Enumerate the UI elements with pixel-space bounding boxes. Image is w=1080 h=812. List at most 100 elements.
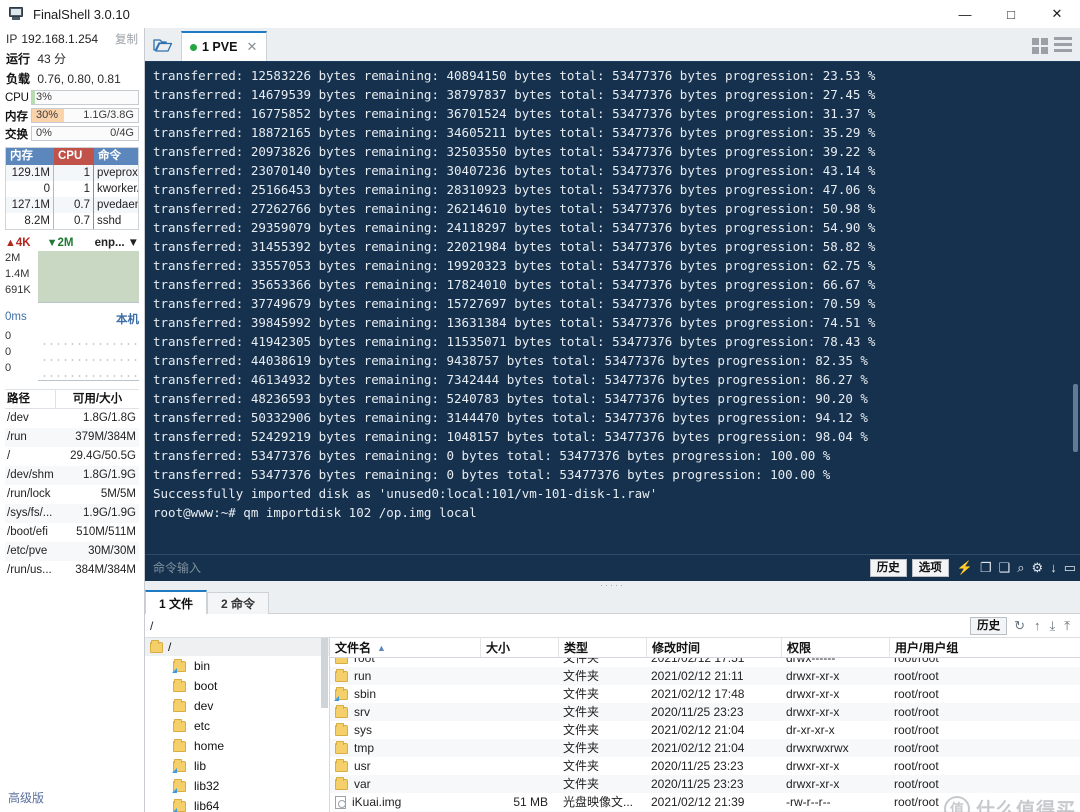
bolt-icon[interactable]: ⚡	[957, 561, 973, 574]
disk-row[interactable]: /etc/pve 30M/30M	[5, 542, 139, 561]
tree-item-label: lib	[194, 759, 207, 773]
process-row[interactable]: 129.1M1pveproxy	[6, 165, 138, 181]
tree-item-dev[interactable]: dev	[145, 696, 329, 716]
load-row: 负载 0.76, 0.80, 0.81	[0, 67, 144, 87]
tree-item-label: dev	[194, 699, 214, 713]
process-header-cpu: CPU	[54, 148, 94, 165]
file-owner: root/root	[894, 741, 939, 755]
paste-icon[interactable]: ❑	[999, 561, 1011, 574]
tab-files[interactable]: 1 文件	[145, 590, 208, 614]
file-rows-viewport: root 文件夹 2021/02/12 17:51 drwx------ root/ro…	[330, 658, 1080, 812]
search-icon[interactable]: ⌕	[1017, 561, 1024, 574]
table-row[interactable]: srv 文件夹 2020/11/25 23:23 drwxr-xr-x root/roo…	[330, 703, 1080, 721]
table-row[interactable]: var 文件夹 2020/11/25 23:23 drwxr-xr-x root/roo…	[330, 775, 1080, 793]
terminal-tab-pve[interactable]: 1 PVE ✕	[181, 31, 267, 61]
disk-row[interactable]: /dev/shm 1.8G/1.9G	[5, 466, 139, 485]
minimize-button[interactable]: —	[942, 0, 988, 28]
directory-tree[interactable]: / bin boot dev etc home lib lib32 lib64	[145, 638, 330, 812]
open-folder-icon[interactable]	[145, 29, 181, 61]
disk-row[interactable]: /dev 1.8G/1.8G	[5, 409, 139, 428]
tab-commands[interactable]: 2 命令	[207, 592, 270, 614]
download-icon[interactable]: ↓	[1050, 561, 1057, 574]
process-row[interactable]: 127.1M0.7pvedaemo	[6, 197, 138, 213]
network-upload: ▲4K	[5, 237, 31, 249]
meter-detail: 1.1G/3.8G	[83, 109, 134, 121]
command-options-button[interactable]: 选项	[911, 558, 949, 577]
folder-icon	[335, 740, 348, 754]
tree-root-item[interactable]: /	[145, 638, 329, 656]
column-header-type[interactable]: 类型	[558, 638, 646, 657]
meter-label: 交换	[5, 128, 28, 141]
meter-swap: 交换 0% 0/4G	[5, 126, 139, 141]
tree-scrollbar[interactable]	[321, 638, 328, 708]
window-icon[interactable]: ▭	[1064, 561, 1076, 574]
terminal-output[interactable]: transferred: 12583226 bytes remaining: 4…	[145, 62, 1080, 554]
network-interface-select[interactable]: enp... ▼	[95, 237, 139, 249]
process-row[interactable]: 8.2M 0.7 sshd	[6, 213, 138, 229]
file-name: iKuai.img	[352, 795, 402, 809]
column-header-time[interactable]: 修改时间	[646, 638, 781, 657]
command-input[interactable]: 命令输入	[149, 559, 201, 576]
copy-icon[interactable]: ❐	[980, 561, 992, 574]
hamburger-menu-icon[interactable]	[1054, 37, 1072, 55]
table-row[interactable]: sys 文件夹 2021/02/12 21:04 dr-xr-xr-x root/roo…	[330, 721, 1080, 739]
disk-row[interactable]: /run/us... 384M/384M	[5, 561, 139, 580]
file-permissions: drwxrwxrwx	[786, 741, 849, 755]
disk-row[interactable]: / 29.4G/50.5G	[5, 447, 139, 466]
process-command: sshd	[97, 215, 122, 227]
current-path-input[interactable]: /	[150, 619, 153, 633]
table-row[interactable]: run 文件夹 2021/02/12 21:11 drwxr-xr-x root/roo…	[330, 667, 1080, 685]
terminal-scrollbar[interactable]	[1073, 384, 1078, 452]
file-size	[480, 775, 558, 793]
gear-icon[interactable]: ⚙	[1032, 561, 1044, 574]
folder-icon	[172, 778, 186, 793]
column-header-size[interactable]: 大小	[480, 638, 558, 657]
table-row[interactable]: sbin 文件夹 2021/02/12 17:48 drwxr-xr-x root/ro…	[330, 685, 1080, 703]
refresh-icon[interactable]: ↻	[1014, 618, 1025, 634]
file-size	[480, 757, 558, 775]
command-history-button[interactable]: 历史	[869, 558, 907, 577]
disk-table-header: 路径 可用/大小	[5, 390, 139, 409]
tree-item-boot[interactable]: boot	[145, 676, 329, 696]
disk-row[interactable]: /sys/fs/... 1.9G/1.9G	[5, 504, 139, 523]
tree-item-bin[interactable]: bin	[145, 656, 329, 676]
disk-row[interactable]: /run 379M/384M	[5, 428, 139, 447]
tree-item-lib32[interactable]: lib32	[145, 776, 329, 796]
tree-item-lib[interactable]: lib	[145, 756, 329, 776]
disk-row[interactable]: /boot/efi 510M/511M	[5, 523, 139, 542]
tree-item-label: bin	[194, 659, 211, 673]
maximize-button[interactable]: □	[988, 0, 1034, 28]
path-history-button[interactable]: 历史	[970, 616, 1008, 635]
file-type: 文件夹	[563, 723, 600, 737]
disk-usage: 379M/384M	[75, 431, 136, 443]
tree-item-home[interactable]: home	[145, 736, 329, 756]
upload-arrow-icon[interactable]: ↑	[1034, 618, 1041, 633]
file-permissions: -rw-r--r--	[786, 795, 831, 809]
folder-icon	[173, 678, 186, 692]
tab-close-icon[interactable]: ✕	[246, 39, 257, 55]
column-header-owner[interactable]: 用户/用户组	[889, 638, 1080, 657]
table-row[interactable]: tmp 文件夹 2021/02/12 21:04 drwxrwxrwx root/roo…	[330, 739, 1080, 757]
copy-ip-button[interactable]: 复制	[115, 31, 138, 47]
upload-file-icon[interactable]: ⤒	[1064, 618, 1070, 634]
title-bar: FinalShell 3.0.10 — □ ✕	[0, 0, 1080, 28]
folder-icon	[173, 738, 186, 752]
terminal-line: transferred: 25166453 bytes remaining: 2…	[153, 182, 876, 197]
process-cpu: 0.7	[54, 197, 94, 213]
disk-row[interactable]: /run/lock 5M/5M	[5, 485, 139, 504]
column-header-name[interactable]: 文件名 ▲	[330, 638, 480, 657]
advanced-version-link[interactable]: 高级版	[8, 789, 44, 806]
tree-item-etc[interactable]: etc	[145, 716, 329, 736]
terminal-line: transferred: 53477376 bytes remaining: 0…	[153, 448, 831, 463]
file-size: 51 MB	[513, 795, 548, 809]
tree-item-lib64[interactable]: lib64	[145, 796, 329, 812]
close-button[interactable]: ✕	[1034, 0, 1080, 28]
table-row[interactable]: usr 文件夹 2020/11/25 23:23 drwxr-xr-x root/roo…	[330, 757, 1080, 775]
process-row[interactable]: 01kworker/0	[6, 181, 138, 197]
table-row[interactable]: iKuai.img 51 MB 光盘映像文... 2021/02/12 21:39 -r…	[330, 793, 1080, 811]
table-row[interactable]: root 文件夹 2021/02/12 17:51 drwx------ root/ro…	[330, 658, 1080, 667]
column-header-permissions[interactable]: 权限	[781, 638, 889, 657]
download-file-icon[interactable]: ⤓	[1050, 618, 1056, 634]
grid-view-icon[interactable]	[1032, 38, 1048, 54]
panel-splitter[interactable]: ·····	[145, 580, 1080, 589]
